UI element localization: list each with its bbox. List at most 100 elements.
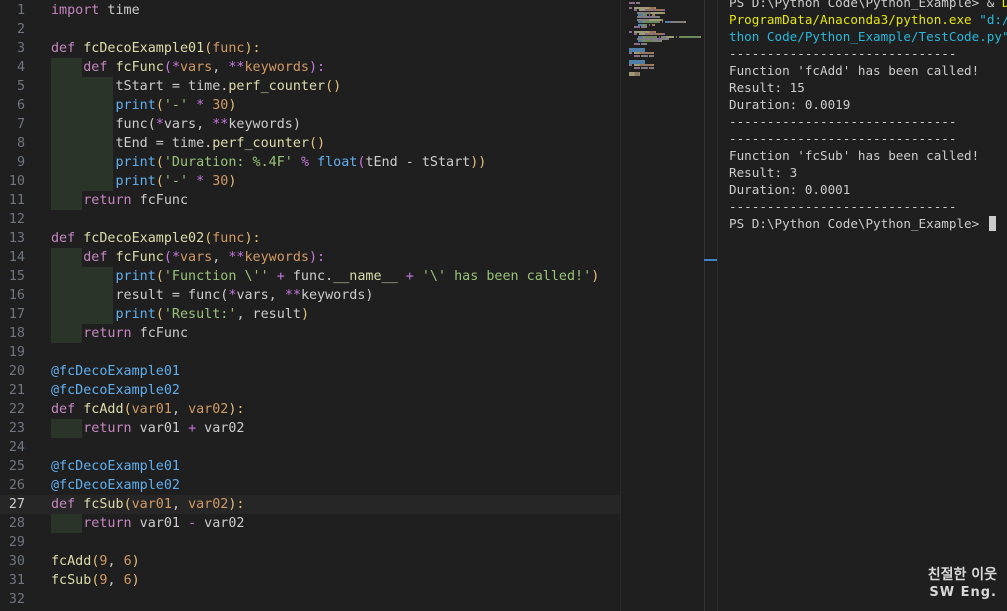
terminal-text: thon Code/Python_Example/TestCode.py" — [729, 29, 1007, 44]
line-number: 8 — [16, 136, 25, 151]
terminal-panel[interactable]: PS D:\Python Code\Python_Example> & D:/P… — [717, 0, 1007, 611]
code-token: keywords — [244, 60, 310, 75]
code-editor[interactable]: 1 import time 2 3 def fcDecoExample01(func):… — [0, 0, 620, 611]
code-line[interactable]: 2 — [0, 20, 620, 39]
code-token: var02 — [196, 516, 245, 531]
minimap-token — [629, 30, 632, 33]
line-number: 20 — [8, 364, 25, 379]
code-token: ( — [123, 402, 132, 417]
code-line[interactable]: 14 def fcFunc(*vars, **keywords): — [0, 248, 620, 267]
code-token: ( — [123, 497, 132, 512]
code-line[interactable]: 26 @fcDecoExample02 — [0, 476, 620, 495]
line-number: 15 — [8, 269, 25, 284]
terminal-line: ------------------------------ — [729, 198, 956, 215]
line-number: 28 — [8, 516, 25, 531]
line-number: 30 — [8, 554, 25, 569]
code-text: print('Duration: %.4F' % float(tEnd - tS… — [51, 153, 487, 172]
code-line[interactable]: 32 — [0, 590, 620, 609]
code-line[interactable]: 18 return fcFunc — [0, 324, 620, 343]
code-line[interactable]: 25 @fcDecoExample01 — [0, 457, 620, 476]
code-line[interactable]: 22 def fcAdd(var01, var02): — [0, 400, 620, 419]
terminal-line: ------------------------------ — [729, 113, 956, 130]
code-token: * — [171, 60, 180, 75]
code-line[interactable]: 4 def fcFunc(*vars, **keywords): — [0, 58, 620, 77]
line-number: 29 — [8, 535, 25, 550]
code-token: * — [196, 98, 205, 113]
code-token: ** — [212, 117, 229, 132]
code-token: , — [212, 60, 229, 75]
code-token: var02 — [196, 421, 245, 436]
code-token: '\' has been called!' — [421, 269, 592, 284]
code-line[interactable]: 11 return fcFunc — [0, 191, 620, 210]
line-number: 21 — [8, 383, 25, 398]
code-line[interactable]: 16 result = func(*vars, **keywords) — [0, 286, 620, 305]
minimap[interactable] — [620, 0, 705, 611]
code-line[interactable]: 28 return var01 - var02 — [0, 514, 620, 533]
terminal-line: ------------------------------ — [729, 130, 956, 147]
code-token: def — [83, 60, 108, 75]
code-line[interactable]: 27 def fcSub(var01, var02): — [0, 495, 620, 514]
code-line[interactable]: 15 print('Function \'' + func.__name__ +… — [0, 267, 620, 286]
minimap-token — [684, 21, 686, 24]
code-token: fcSub — [51, 573, 92, 588]
code-text: result = func(*vars, **keywords) — [51, 286, 374, 305]
code-text: def fcDecoExample01(func): — [51, 39, 261, 58]
editor-scrollbar[interactable] — [704, 0, 717, 611]
terminal-line: Function 'fcAdd' has been called! — [729, 62, 979, 79]
minimap-token — [649, 66, 654, 69]
code-token: var02 — [188, 497, 229, 512]
line-number: 5 — [16, 79, 25, 94]
terminal-text: Result: 15 — [729, 80, 805, 95]
code-token: ) — [131, 554, 140, 569]
code-line[interactable]: 6 print('-' * 30) — [0, 96, 620, 115]
code-line[interactable]: 19 — [0, 343, 620, 362]
code-token: () — [309, 136, 326, 151]
code-line[interactable]: 21 @fcDecoExample02 — [0, 381, 620, 400]
code-token: 30 — [212, 98, 229, 113]
terminal-line: Duration: 0.0001 — [729, 181, 850, 198]
terminal-line: Function 'fcSub' has been called! — [729, 147, 979, 164]
code-token: - — [188, 516, 197, 531]
code-token: '-' — [163, 174, 189, 189]
code-line[interactable]: 31 fcSub(9, 6) — [0, 571, 620, 590]
code-line[interactable]: 17 print('Result:', result) — [0, 305, 620, 324]
terminal-text: ------------------------------ — [729, 131, 957, 146]
code-line[interactable]: 20 @fcDecoExample01 — [0, 362, 620, 381]
code-line[interactable]: 10 print('-' * 30) — [0, 172, 620, 191]
code-line[interactable]: 8 tEnd = time.perf_counter() — [0, 134, 620, 153]
terminal-text: Function 'fcSub' has been called! — [729, 148, 980, 163]
code-token: , — [171, 402, 189, 417]
minimap-token — [679, 35, 700, 38]
code-token: ** — [228, 250, 245, 265]
code-token: ( — [155, 307, 164, 322]
code-token: result = func( — [51, 288, 229, 303]
code-token: vars — [180, 250, 213, 265]
code-line[interactable]: 30 fcAdd(9, 6) — [0, 552, 620, 571]
code-token: keywords) — [300, 288, 374, 303]
code-line[interactable]: 5 tStart = time.perf_counter() — [0, 77, 620, 96]
code-line[interactable]: 1 import time — [0, 1, 620, 20]
code-line[interactable]: 13 def fcDecoExample02(func): — [0, 229, 620, 248]
terminal-line: thon Code/Python_Example/TestCode.py" — [729, 28, 1007, 45]
code-text: @fcDecoExample01 — [51, 362, 180, 381]
minimap-token — [634, 42, 640, 45]
code-line[interactable]: 29 — [0, 533, 620, 552]
code-token: vars, — [163, 117, 213, 132]
code-line[interactable]: 23 return var01 + var02 — [0, 419, 620, 438]
code-line[interactable]: 9 print('Duration: %.4F' % float(tEnd - … — [0, 153, 620, 172]
code-line[interactable]: 24 — [0, 438, 620, 457]
code-text: fcAdd(9, 6) — [51, 552, 140, 571]
code-line[interactable]: 3 def fcDecoExample01(func): — [0, 39, 620, 58]
code-line[interactable]: 12 — [0, 210, 620, 229]
minimap-token — [641, 26, 647, 28]
terminal-text: Duration: 0.0019 — [729, 97, 851, 112]
code-line[interactable]: 7 func(*vars, **keywords) — [0, 115, 620, 134]
code-token: fcAdd — [51, 554, 92, 569]
